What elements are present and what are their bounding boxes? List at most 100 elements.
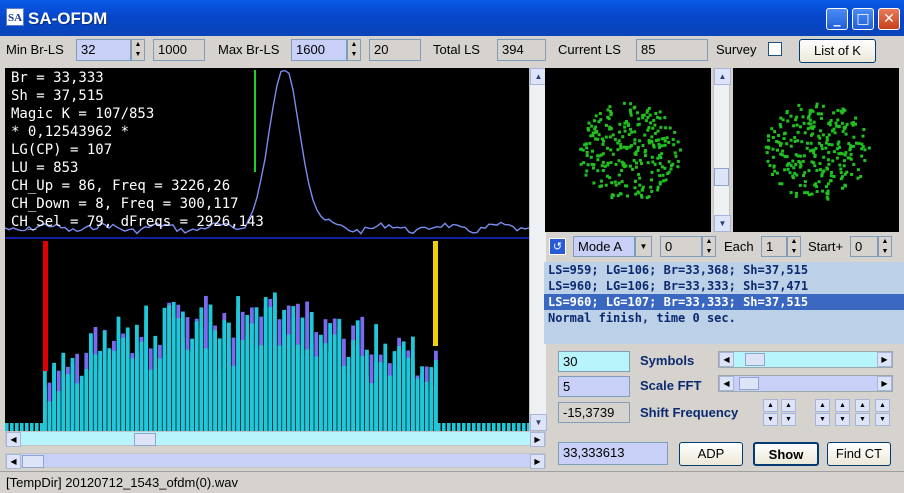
shift-spin-6-up[interactable]: ▲ xyxy=(875,399,890,412)
zoom-thumb[interactable] xyxy=(22,455,44,468)
spectrum-bar-inner xyxy=(424,381,429,431)
reset-icon[interactable]: ↺ xyxy=(549,238,566,255)
shift-spin-4-down[interactable]: ▼ xyxy=(835,413,850,426)
scroll-left-button[interactable]: ◀ xyxy=(6,432,21,447)
constellation-point xyxy=(646,161,650,165)
min-br-ls-spinner[interactable]: ▲ ▼ xyxy=(131,39,145,61)
noise-bar xyxy=(40,423,44,431)
symbols-slider-thumb[interactable] xyxy=(745,353,765,366)
constellation-point xyxy=(666,172,670,176)
symbols-field[interactable]: 30 xyxy=(558,351,630,372)
constellation-point xyxy=(631,167,635,171)
constellation-point xyxy=(591,134,595,137)
constellation-point xyxy=(824,146,828,150)
plot-horizontal-scrollbar[interactable]: ◀ ▶ xyxy=(5,431,546,447)
scroll-right-button[interactable]: ▶ xyxy=(530,432,545,447)
log-row[interactable]: LS=960; LG=106; Br=33,333; Sh=37,471 xyxy=(544,278,904,294)
shift-spin-5-down[interactable]: ▼ xyxy=(855,413,870,426)
constellation-point xyxy=(618,122,622,126)
result-value-field[interactable]: 33,333613 xyxy=(558,442,668,465)
constellation-point xyxy=(803,131,807,135)
current-ls-value: 85 xyxy=(636,39,708,61)
spectrum-bar-inner xyxy=(112,351,116,431)
constellation-point xyxy=(789,138,793,142)
scale-fft-slider[interactable]: ◀ ▶ xyxy=(718,375,893,392)
mode-number-spinner[interactable]: ▲ ▼ xyxy=(702,236,716,257)
symbols-slider[interactable]: ◀ ▶ xyxy=(718,351,893,368)
constellation-point xyxy=(623,129,627,133)
constellation-point xyxy=(765,151,769,155)
scale-fft-slider-right[interactable]: ▶ xyxy=(877,376,892,391)
each-field[interactable]: 1 xyxy=(761,236,787,257)
log-row[interactable]: LS=959; LG=106; Br=33,368; Sh=37,515 xyxy=(544,262,904,278)
constellation-point xyxy=(608,135,612,139)
spectrum-bar-inner xyxy=(47,401,52,431)
mode-dropdown-icon[interactable]: ▼ xyxy=(635,236,652,257)
shift-frequency-field[interactable]: -15,3739 xyxy=(558,402,630,423)
zoom-right-button[interactable]: ▶ xyxy=(530,454,545,469)
constellation-point xyxy=(857,141,861,145)
scale-fft-slider-left[interactable]: ◀ xyxy=(719,376,734,391)
close-button[interactable]: ✕ xyxy=(878,8,900,30)
constellation-point xyxy=(810,192,814,196)
scale-fft-field[interactable]: 5 xyxy=(558,376,630,397)
survey-checkbox[interactable] xyxy=(768,42,782,56)
shift-spin-1-up[interactable]: ▲ xyxy=(763,399,778,412)
constellation-point xyxy=(664,178,668,182)
constellation-point xyxy=(616,148,620,152)
constellation-point xyxy=(844,184,847,188)
scroll-down-button[interactable]: ▼ xyxy=(530,414,547,431)
constellation-scroll-thumb[interactable] xyxy=(714,168,729,186)
shift-spin-5-up[interactable]: ▲ xyxy=(855,399,870,412)
log-row-selected[interactable]: LS=960; LG=107; Br=33,333; Sh=37,515 xyxy=(544,294,904,310)
constellation-point xyxy=(629,110,633,114)
constellation-point xyxy=(818,162,822,165)
shift-spin-4-up[interactable]: ▲ xyxy=(835,399,850,412)
max-br-ls-aux-field[interactable]: 20 xyxy=(369,39,421,61)
shift-spin-6-down[interactable]: ▼ xyxy=(875,413,890,426)
shift-spin-1-down[interactable]: ▼ xyxy=(763,413,778,426)
start-plus-spinner[interactable]: ▲ ▼ xyxy=(878,236,892,257)
symbols-slider-right[interactable]: ▶ xyxy=(877,352,892,367)
symbols-slider-left[interactable]: ◀ xyxy=(719,352,734,367)
constellation-point xyxy=(799,108,803,111)
constellation-scroll-down[interactable]: ▼ xyxy=(714,215,731,232)
scroll-thumb[interactable] xyxy=(134,433,156,446)
min-br-ls-input[interactable]: 32 xyxy=(76,39,131,61)
max-br-ls-input[interactable]: 1600 xyxy=(291,39,347,61)
noise-bar xyxy=(457,423,461,431)
max-br-ls-spinner[interactable]: ▲ ▼ xyxy=(347,39,361,61)
total-ls-label: Total LS xyxy=(433,42,480,57)
results-log[interactable]: LS=959; LG=106; Br=33,368; Sh=37,515 LS=… xyxy=(544,262,904,344)
log-row[interactable]: Normal finish, time 0 sec. xyxy=(544,310,904,326)
min-br-ls-aux-field[interactable]: 1000 xyxy=(153,39,205,61)
shift-spin-3-down[interactable]: ▼ xyxy=(815,413,830,426)
info-line: Magic K = 107/853 xyxy=(11,106,155,122)
constellation-point xyxy=(812,120,816,124)
shift-spin-3-up[interactable]: ▲ xyxy=(815,399,830,412)
constellation-point xyxy=(592,181,596,185)
mode-number-field[interactable]: 0 xyxy=(660,236,702,257)
list-of-k-button[interactable]: List of K xyxy=(799,39,876,63)
shift-spin-2-down[interactable]: ▼ xyxy=(781,413,796,426)
mode-select[interactable]: Mode A xyxy=(573,236,635,257)
plot-vertical-scrollbar[interactable]: ▲ ▼ xyxy=(529,68,547,431)
zoom-horizontal-scrollbar[interactable]: ◀ ▶ xyxy=(5,453,546,469)
constellation-scroll-up[interactable]: ▲ xyxy=(714,68,731,85)
constellation-point xyxy=(843,153,847,157)
maximize-button[interactable]: □ xyxy=(852,8,874,30)
adp-button[interactable]: ADP xyxy=(679,442,743,466)
each-spinner[interactable]: ▲ ▼ xyxy=(787,236,801,257)
find-ct-button[interactable]: Find CT xyxy=(827,442,891,466)
zoom-left-button[interactable]: ◀ xyxy=(6,454,21,469)
minimize-button[interactable]: _ xyxy=(826,8,848,30)
start-plus-field[interactable]: 0 xyxy=(850,236,878,257)
constellation-point xyxy=(799,163,803,167)
scale-fft-slider-thumb[interactable] xyxy=(739,377,759,390)
constellation-point xyxy=(839,171,843,175)
constellation-scrollbar[interactable]: ▲ ▼ xyxy=(713,68,731,232)
shift-spin-2-up[interactable]: ▲ xyxy=(781,399,796,412)
spectrum-bar-inner xyxy=(314,356,319,431)
show-button[interactable]: Show xyxy=(753,442,819,466)
constellation-point xyxy=(801,159,805,163)
